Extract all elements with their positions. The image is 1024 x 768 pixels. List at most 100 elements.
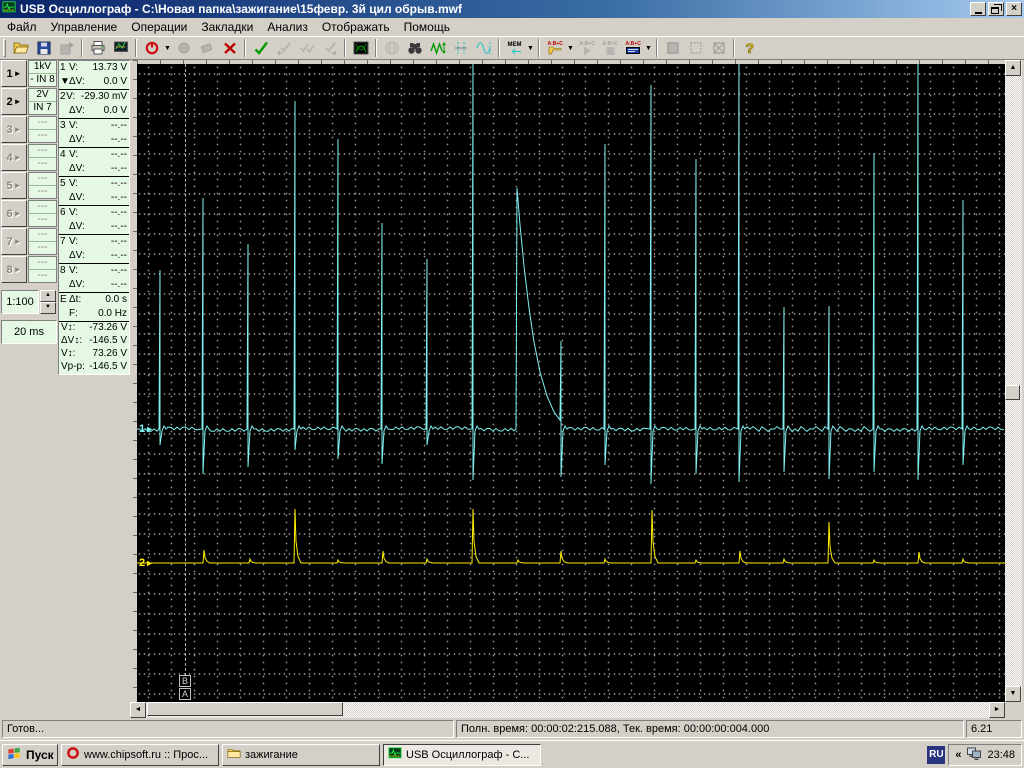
vertical-scrollbar[interactable]: ▲ ▼ (1005, 60, 1022, 702)
power-start-stop-button[interactable] (140, 37, 163, 59)
measure-channel-5: 5V:--.--ΔV:--.-- (59, 177, 129, 206)
check-apply-button[interactable] (249, 37, 272, 59)
restore-button[interactable] (988, 2, 1004, 16)
svg-text:A:B+C: A:B+C (602, 41, 618, 47)
measure-channel-8: 8V:--.--ΔV:--.-- (59, 264, 129, 293)
abc-open-button[interactable]: A:B+C (543, 37, 566, 59)
menu-item-помощь[interactable]: Помощь (397, 19, 457, 35)
abc-open-dropdown-icon[interactable]: ▼ (566, 45, 575, 52)
zoom-globe-button (380, 37, 403, 59)
menu-item-закладки[interactable]: Закладки (194, 19, 260, 35)
print-button[interactable] (86, 37, 109, 59)
channel-2-range[interactable]: 2VIN 7 (28, 88, 57, 115)
menu-item-отображать[interactable]: Отображать (315, 19, 397, 35)
channel-6-range[interactable]: ------ (28, 200, 57, 227)
memory-button[interactable]: MEM (503, 37, 526, 59)
taskbar-task-scope-app[interactable]: USB Осциллограф - C... (383, 744, 541, 766)
tray-box: « 23:48 (948, 744, 1022, 766)
cursor-tag-a[interactable]: A (179, 688, 191, 700)
channel-3-button[interactable]: 3► (1, 116, 27, 143)
status-time: Полн. время: 00:00:02:215.088, Тек. врем… (456, 720, 964, 738)
channel-7-range[interactable]: ------ (28, 228, 57, 255)
measurements-panel: 1V:13.73 V▼ΔV:0.0 V2V:-29.30 mVΔV:0.0 V3… (58, 60, 130, 375)
xy-mode-button[interactable] (349, 37, 372, 59)
status-ready: Готов... (2, 720, 454, 738)
menu-item-файл[interactable]: Файл (0, 19, 44, 35)
start-button[interactable]: Пуск (2, 744, 58, 766)
fit-waveform-button[interactable] (426, 37, 449, 59)
record-button (172, 37, 195, 59)
svg-text:MEM: MEM (507, 42, 521, 48)
scroll-down-icon[interactable]: ▼ (1005, 686, 1021, 702)
open-folder-button[interactable] (9, 37, 32, 59)
check-next-button (318, 37, 341, 59)
toolbar-separator (244, 39, 246, 57)
oscilloscope-display[interactable]: B A 1► 2► (137, 64, 1005, 702)
taskbar-task-folder[interactable]: зажигание (222, 744, 380, 766)
menu-item-анализ[interactable]: Анализ (260, 19, 315, 35)
help-button[interactable]: ? (738, 37, 761, 59)
probe-scale-control: 1:100 ▲ ▼ (1, 290, 57, 314)
app-icon (2, 0, 16, 19)
network-icon[interactable] (966, 745, 982, 764)
channel1-trace-marker[interactable]: 1► (139, 424, 154, 435)
abc-panel-button[interactable]: A:B+C (621, 37, 644, 59)
channel-2-button[interactable]: 2► (1, 88, 27, 115)
minimize-button[interactable] (970, 2, 986, 16)
power-start-stop-dropdown-icon[interactable]: ▼ (163, 45, 172, 52)
menu-item-управление[interactable]: Управление (44, 19, 125, 35)
vertical-scroll-thumb[interactable] (1005, 385, 1020, 400)
taskbar-task-opera[interactable]: www.chipsoft.ru :: Прос... (61, 744, 219, 766)
spinner-up-icon[interactable]: ▲ (40, 290, 56, 302)
abc-stop-button: A:B+C (598, 37, 621, 59)
spinner-down-icon[interactable]: ▼ (40, 302, 56, 314)
channel2-trace-marker[interactable]: 2► (139, 558, 154, 569)
channel-6-button[interactable]: 6► (1, 200, 27, 227)
scroll-right-icon[interactable]: ► (989, 702, 1005, 718)
wave-measure-button[interactable] (472, 37, 495, 59)
menu-item-операции[interactable]: Операции (124, 19, 194, 35)
channel-6-block: 6►------ (0, 200, 58, 228)
measure-cursors: V↕:-73.26 VΔV↕:-146.5 VV↕:73.26 VVp-p:-1… (59, 322, 129, 374)
horizontal-scrollbar[interactable]: ◄ ► (130, 702, 1005, 718)
probe-scale-value[interactable]: 1:100 (1, 290, 39, 314)
cursor-tag-b[interactable]: B (179, 675, 191, 687)
channel-8-range[interactable]: ------ (28, 256, 57, 283)
channel-3-range[interactable]: ------ (28, 116, 57, 143)
windows-logo-icon (7, 746, 22, 763)
close-button[interactable]: × (1006, 2, 1022, 16)
tray-clock: 23:48 (987, 749, 1015, 761)
search-binoculars-button[interactable] (403, 37, 426, 59)
toolbar-handle[interactable] (3, 39, 6, 57)
time-cursor-line[interactable] (185, 64, 186, 676)
horizontal-scroll-thumb[interactable] (147, 702, 343, 716)
scroll-up-icon[interactable]: ▲ (1005, 60, 1021, 76)
display-settings-button[interactable] (109, 37, 132, 59)
channel-7-button[interactable]: 7► (1, 228, 27, 255)
memory-dropdown-icon[interactable]: ▼ (526, 45, 535, 52)
window-title: USB Осциллограф - C:\Новая папка\зажиган… (20, 2, 968, 16)
measure-events: EΔt:0.0 sF:0.0 Hz (59, 293, 129, 322)
measure-channel-4: 4V:--.--ΔV:--.-- (59, 148, 129, 177)
language-indicator[interactable]: RU (927, 746, 945, 764)
channel-1-range[interactable]: 1kV- IN 8 (28, 60, 57, 87)
channel-4-button[interactable]: 4► (1, 144, 27, 171)
channel-1-button[interactable]: 1► (1, 60, 27, 87)
channel-4-range[interactable]: ------ (28, 144, 57, 171)
scroll-left-icon[interactable]: ◄ (130, 702, 146, 718)
save-button[interactable] (32, 37, 55, 59)
channel-8-button[interactable]: 8► (1, 256, 27, 283)
channel-5-button[interactable]: 5► (1, 172, 27, 199)
probe-scale-spinner: ▲ ▼ (40, 290, 56, 314)
vertical-markers-button[interactable] (449, 37, 472, 59)
toolbar-separator (135, 39, 137, 57)
channel-2-block: 2►2VIN 7 (0, 88, 58, 116)
task-label: www.chipsoft.ru :: Прос... (84, 749, 208, 761)
abc-panel-dropdown-icon[interactable]: ▼ (644, 45, 653, 52)
tray-chevron-icon[interactable]: « (955, 749, 961, 761)
delete-button[interactable] (218, 37, 241, 59)
timebase-value[interactable]: 20 ms (1, 320, 57, 344)
status-version: 6.21 (966, 720, 1022, 738)
desktop: USB Осциллограф - C:\Новая папка\зажиган… (0, 0, 1024, 768)
channel-5-range[interactable]: ------ (28, 172, 57, 199)
